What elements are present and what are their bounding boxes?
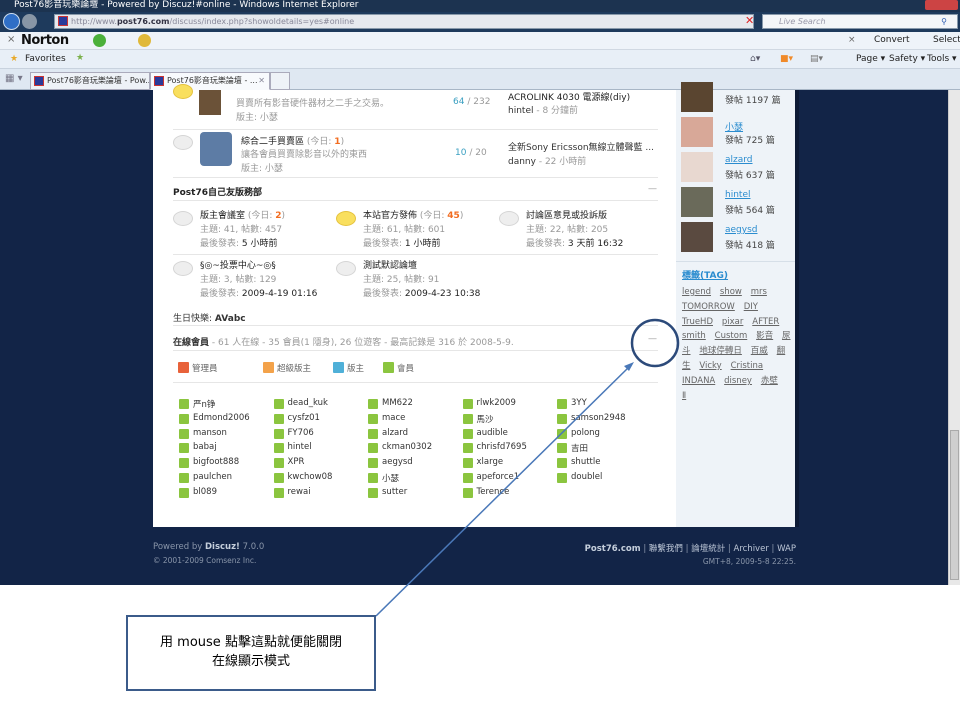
annotation-overlay	[375, 318, 680, 617]
callout-line-2: 在線顯示模式	[211, 654, 290, 669]
callout-line-1: 用 mouse 點擊這點就便能關閉	[160, 635, 342, 650]
highlight-circle	[630, 318, 680, 368]
annotation-callout: 用 mouse 點擊這點就便能關閉 在線顯示模式	[126, 615, 376, 691]
annotation-arrow	[375, 365, 631, 617]
